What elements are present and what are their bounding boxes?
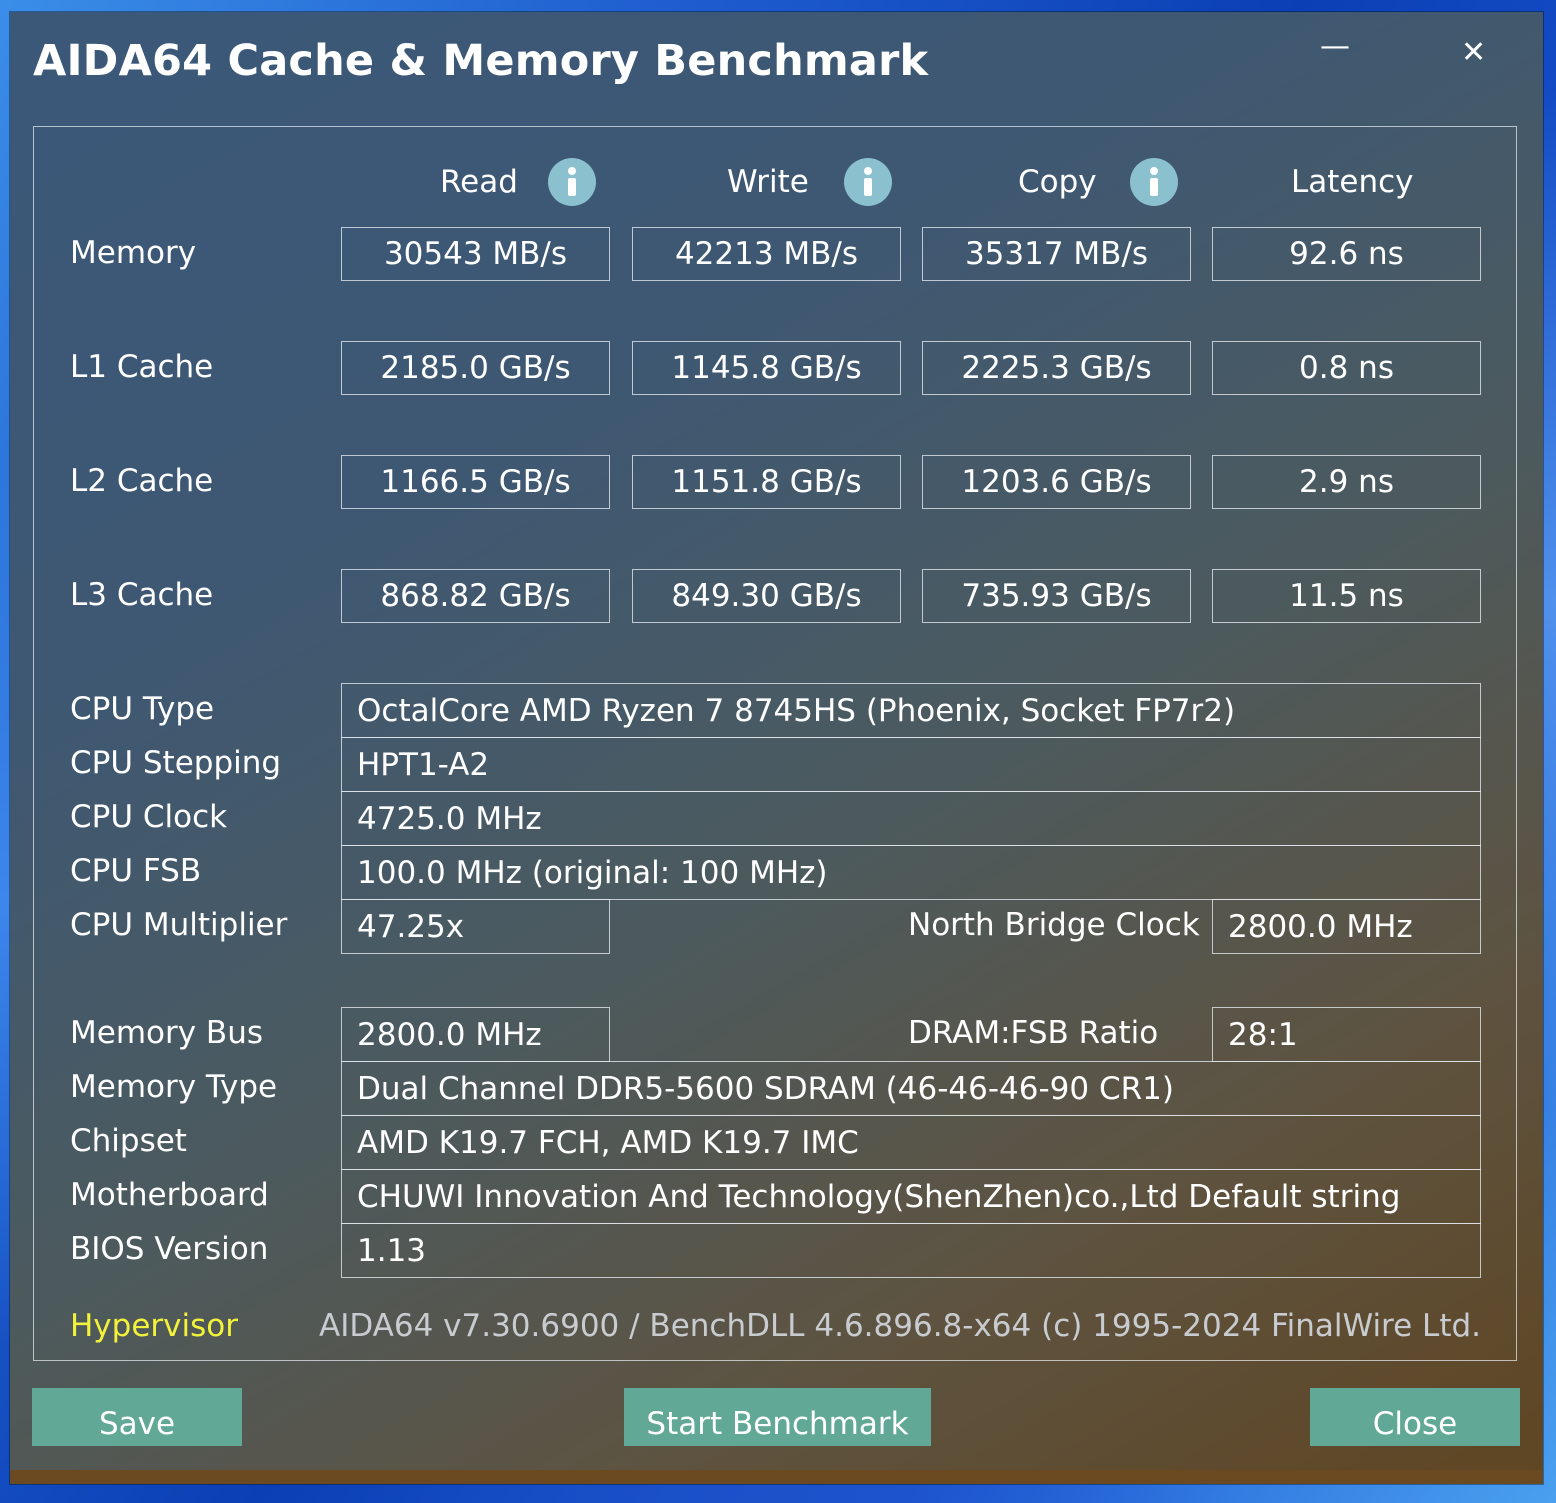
memory-bus-label: Memory Bus xyxy=(70,1015,263,1051)
column-header-write: Write xyxy=(727,164,809,200)
memory-read-value: 30543 MB/s xyxy=(341,227,610,281)
cpu-type-label: CPU Type xyxy=(70,691,215,727)
save-button[interactable]: Save xyxy=(32,1388,242,1446)
cpu-type-value: OctalCore AMD Ryzen 7 8745HS (Phoenix, S… xyxy=(341,683,1481,738)
memory-bus-value: 2800.0 MHz xyxy=(341,1007,610,1062)
motherboard-value: CHUWI Innovation And Technology(ShenZhen… xyxy=(341,1169,1481,1224)
window-title: AIDA64 Cache & Memory Benchmark xyxy=(33,36,929,86)
dram-fsb-ratio-label: DRAM:FSB Ratio xyxy=(908,1015,1159,1051)
north-bridge-clock-value: 2800.0 MHz xyxy=(1212,899,1481,954)
copy-info-icon[interactable] xyxy=(1130,158,1178,206)
l3-copy-value: 735.93 GB/s xyxy=(922,569,1191,623)
row-label-l1: L1 Cache xyxy=(70,349,214,385)
hypervisor-link[interactable]: Hypervisor xyxy=(70,1308,238,1344)
memory-write-value: 42213 MB/s xyxy=(632,227,901,281)
chipset-value: AMD K19.7 FCH, AMD K19.7 IMC xyxy=(341,1115,1481,1170)
l3-latency-value: 11.5 ns xyxy=(1212,569,1481,623)
cpu-stepping-value: HPT1-A2 xyxy=(341,737,1481,792)
chipset-label: Chipset xyxy=(70,1123,187,1159)
l1-write-value: 1145.8 GB/s xyxy=(632,341,901,395)
cpu-clock-label: CPU Clock xyxy=(70,799,228,835)
l2-read-value: 1166.5 GB/s xyxy=(341,455,610,509)
cpu-clock-value: 4725.0 MHz xyxy=(341,791,1481,846)
motherboard-label: Motherboard xyxy=(70,1177,269,1213)
memory-copy-value: 35317 MB/s xyxy=(922,227,1191,281)
close-icon[interactable]: ✕ xyxy=(1461,38,1486,68)
cpu-fsb-value: 100.0 MHz (original: 100 MHz) xyxy=(341,845,1481,900)
north-bridge-clock-label: North Bridge Clock xyxy=(908,907,1200,943)
version-text: AIDA64 v7.30.6900 / BenchDLL 4.6.896.8-x… xyxy=(318,1308,1481,1344)
memory-type-value: Dual Channel DDR5-5600 SDRAM (46-46-46-9… xyxy=(341,1061,1481,1116)
column-header-latency: Latency xyxy=(1291,164,1414,200)
read-info-icon[interactable] xyxy=(548,158,596,206)
row-label-l2: L2 Cache xyxy=(70,463,214,499)
memory-type-label: Memory Type xyxy=(70,1069,278,1105)
l2-write-value: 1151.8 GB/s xyxy=(632,455,901,509)
close-button[interactable]: Close xyxy=(1310,1388,1520,1446)
memory-latency-value: 92.6 ns xyxy=(1212,227,1481,281)
l2-latency-value: 2.9 ns xyxy=(1212,455,1481,509)
l1-latency-value: 0.8 ns xyxy=(1212,341,1481,395)
l1-copy-value: 2225.3 GB/s xyxy=(922,341,1191,395)
row-label-memory: Memory xyxy=(70,235,197,271)
column-header-read: Read xyxy=(440,164,518,200)
cpu-multiplier-label: CPU Multiplier xyxy=(70,907,288,943)
bios-version-label: BIOS Version xyxy=(70,1231,269,1267)
l3-read-value: 868.82 GB/s xyxy=(341,569,610,623)
dram-fsb-ratio-value: 28:1 xyxy=(1212,1007,1481,1062)
write-info-icon[interactable] xyxy=(844,158,892,206)
bios-version-value: 1.13 xyxy=(341,1223,1481,1278)
column-header-copy: Copy xyxy=(1018,164,1097,200)
window-bottom-edge xyxy=(10,1470,1543,1484)
minimize-icon[interactable]: — xyxy=(1320,32,1350,62)
row-label-l3: L3 Cache xyxy=(70,577,214,613)
benchmark-window: AIDA64 Cache & Memory Benchmark — ✕ Read… xyxy=(10,12,1543,1484)
l3-write-value: 849.30 GB/s xyxy=(632,569,901,623)
cpu-fsb-label: CPU FSB xyxy=(70,853,202,889)
cpu-multiplier-value: 47.25x xyxy=(341,899,610,954)
cpu-stepping-label: CPU Stepping xyxy=(70,745,282,781)
start-benchmark-button[interactable]: Start Benchmark xyxy=(624,1388,931,1446)
l1-read-value: 2185.0 GB/s xyxy=(341,341,610,395)
l2-copy-value: 1203.6 GB/s xyxy=(922,455,1191,509)
